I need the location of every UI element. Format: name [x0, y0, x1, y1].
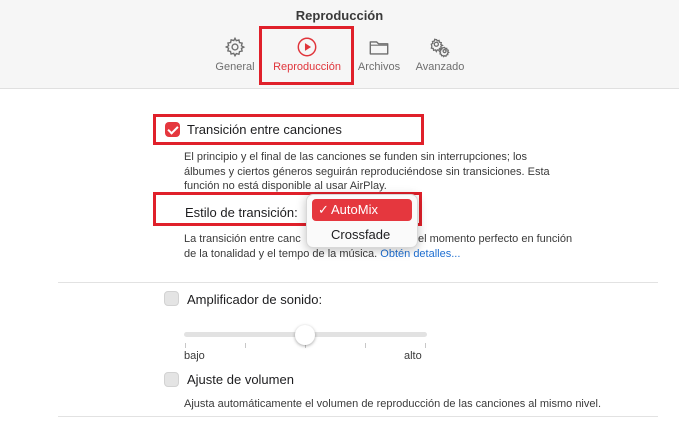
- folder-icon: [369, 41, 389, 55]
- highlight-box-crossfade: [153, 114, 424, 145]
- sound-check-checkbox[interactable]: [164, 372, 179, 387]
- highlight-box-tab: [259, 26, 354, 85]
- transition-style-menu[interactable]: ✓ AutoMix Crossfade: [306, 194, 418, 248]
- gears-icon: [430, 38, 450, 58]
- sound-enhancer-label: Amplificador de sonido:: [187, 292, 323, 307]
- menu-item-crossfade[interactable]: Crossfade: [331, 227, 390, 242]
- tab-general[interactable]: General: [213, 36, 257, 73]
- tab-general-label: General: [215, 61, 255, 73]
- slider-tick: [245, 343, 246, 348]
- tab-advanced[interactable]: Avanzado: [412, 36, 468, 73]
- gear-icon: [224, 36, 246, 58]
- checkmark-icon: ✓: [318, 202, 329, 217]
- window-title: Reproducción: [295, 8, 384, 23]
- tab-files-label: Archivos: [357, 61, 401, 73]
- slider-tick: [365, 343, 366, 348]
- slider-max-label: alto: [404, 350, 422, 362]
- tab-advanced-label: Avanzado: [415, 61, 465, 73]
- sound-enhancer-checkbox[interactable]: [164, 291, 179, 306]
- sound-check-label: Ajuste de volumen: [187, 372, 294, 387]
- slider-thumb[interactable]: [295, 325, 315, 345]
- slider-tick: [425, 343, 426, 348]
- slider-min-label: bajo: [184, 350, 205, 362]
- tab-files[interactable]: Archivos: [354, 36, 404, 73]
- menu-item-automix[interactable]: ✓ AutoMix: [312, 199, 412, 221]
- slider-tick: [185, 343, 186, 348]
- divider: [58, 282, 658, 283]
- divider: [58, 416, 658, 417]
- crossfade-description: El principio y el final de las canciones…: [184, 151, 550, 192]
- sound-check-description: Ajusta automáticamente el volumen de rep…: [184, 398, 601, 410]
- learn-more-link[interactable]: Obtén detalles...: [380, 248, 460, 260]
